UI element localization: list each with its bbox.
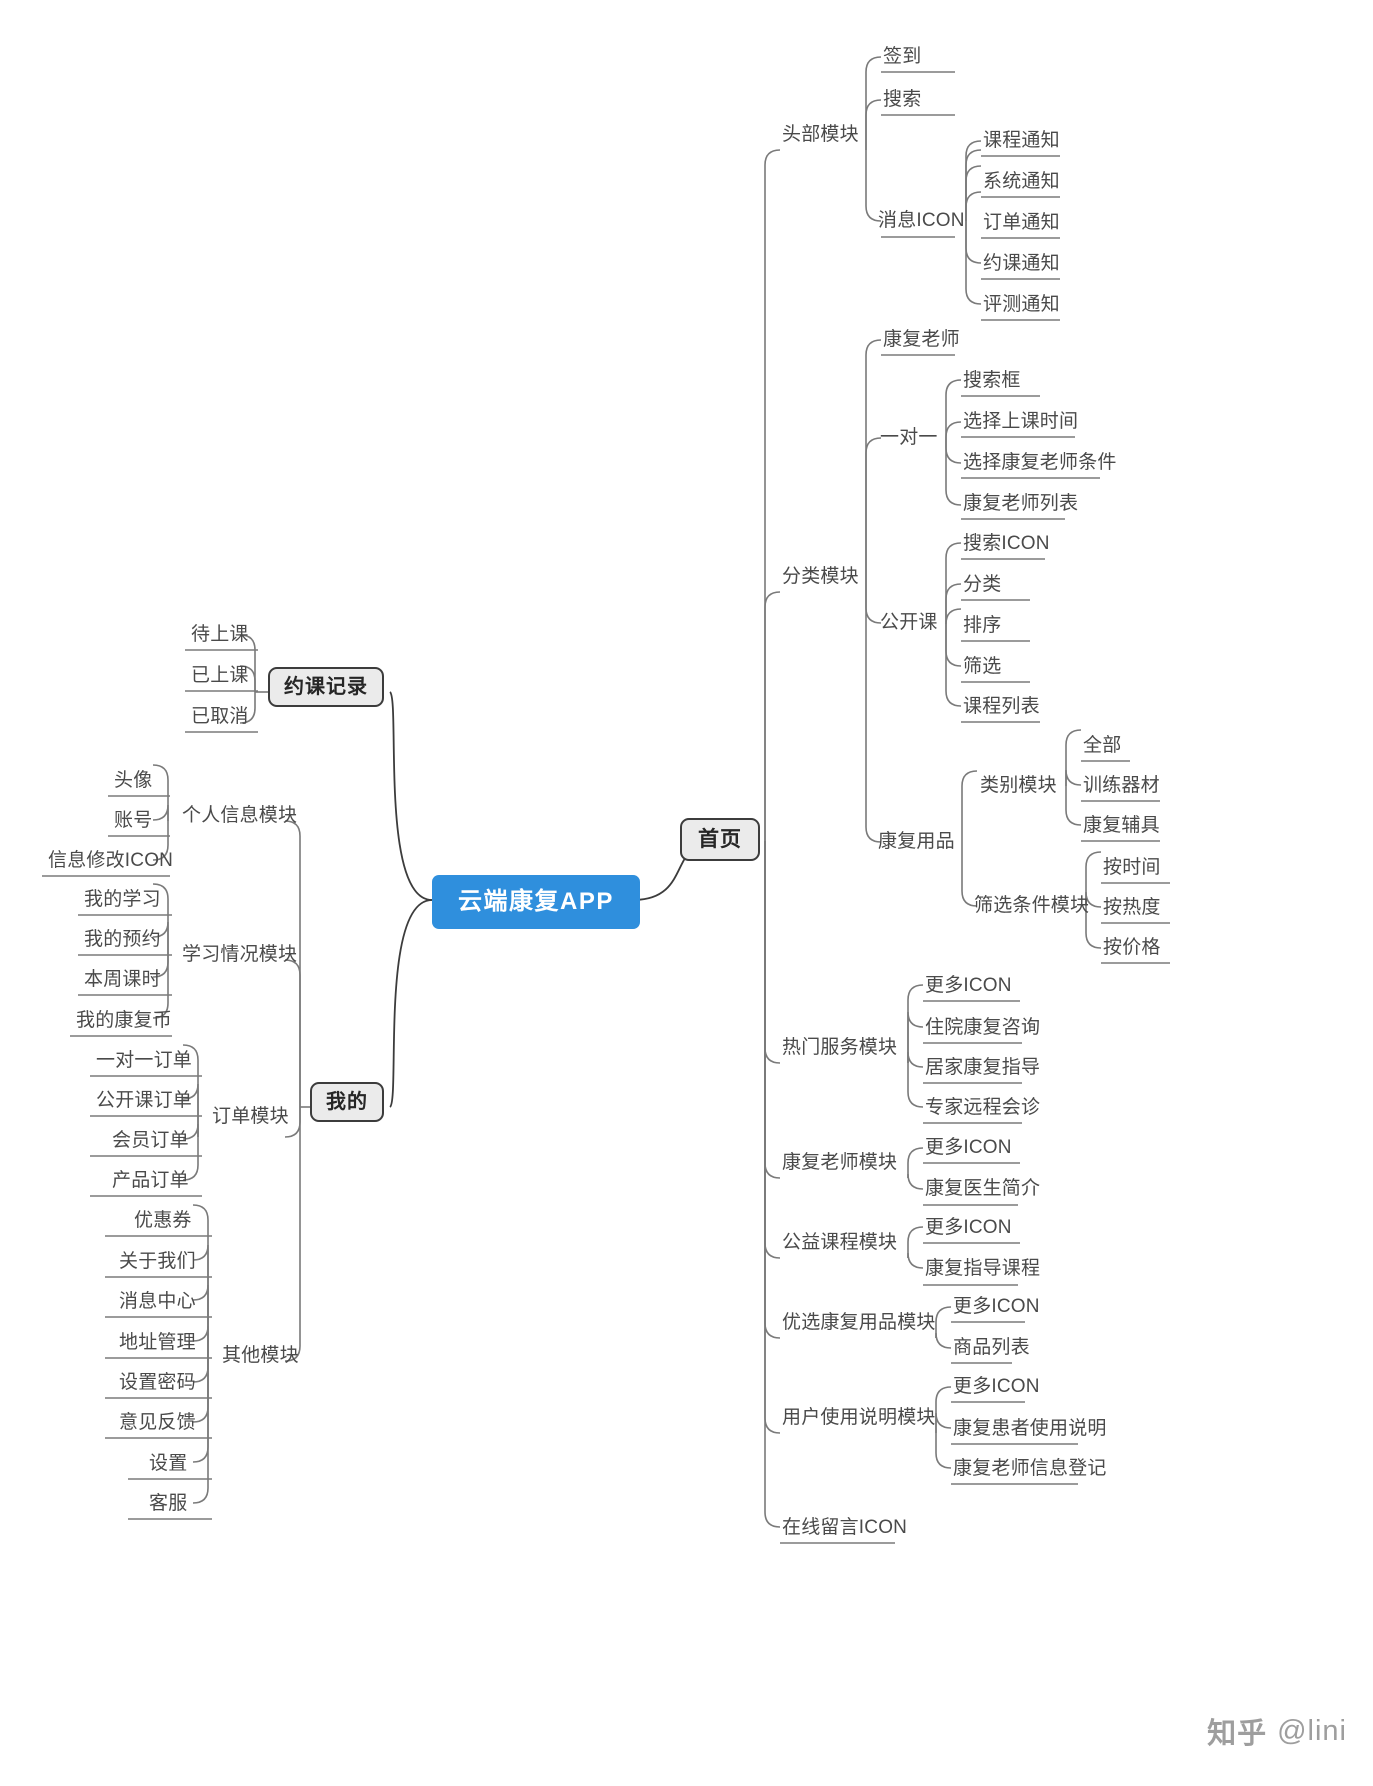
leaf-online-message-icon[interactable]: 在线留言ICON [776, 1518, 913, 1542]
leaf-home-guidance[interactable]: 居家康复指导 [919, 1058, 1046, 1082]
leaf-one-on-one-order[interactable]: 一对一订单 [90, 1051, 198, 1075]
branch-booking-record[interactable]: 约课记录 [268, 667, 384, 707]
leaf-customer-service[interactable]: 客服 [143, 1494, 193, 1518]
module-teacher[interactable]: 康复老师模块 [776, 1153, 903, 1177]
leaf-search[interactable]: 搜索 [877, 90, 927, 114]
leaf-account[interactable]: 账号 [108, 811, 158, 835]
leaf-system-notice[interactable]: 系统通知 [977, 172, 1066, 196]
module-selected-products[interactable]: 优选康复用品模块 [776, 1313, 942, 1337]
leaf-order-notice[interactable]: 订单通知 [977, 213, 1066, 237]
leaf-one-on-one[interactable]: 一对一 [874, 428, 944, 452]
module-study[interactable]: 学习情况模块 [176, 945, 303, 969]
leaf-classify[interactable]: 分类 [957, 575, 1007, 599]
leaf-more-icon-products[interactable]: 更多ICON [947, 1297, 1046, 1321]
leaf-search-box[interactable]: 搜索框 [957, 371, 1027, 395]
leaf-rehab-teacher[interactable]: 康复老师 [877, 330, 966, 354]
leaf-address-manage[interactable]: 地址管理 [113, 1333, 202, 1357]
leaf-booking-notice[interactable]: 约课通知 [977, 254, 1066, 278]
branch-home[interactable]: 首页 [680, 818, 760, 861]
leaf-by-time[interactable]: 按时间 [1097, 858, 1167, 882]
leaf-more-icon-manual[interactable]: 更多ICON [947, 1377, 1046, 1401]
leaf-message-center[interactable]: 消息中心 [113, 1292, 202, 1316]
module-others[interactable]: 其他模块 [216, 1346, 305, 1370]
leaf-product-order[interactable]: 产品订单 [106, 1171, 195, 1195]
leaf-all[interactable]: 全部 [1077, 736, 1127, 760]
root-node[interactable]: 云端康复APP [432, 875, 640, 929]
leaf-search-icon[interactable]: 搜索ICON [957, 534, 1056, 558]
leaf-avatar[interactable]: 头像 [108, 771, 158, 795]
leaf-my-study[interactable]: 我的学习 [78, 890, 167, 914]
leaf-training-equipment[interactable]: 训练器材 [1077, 776, 1166, 800]
module-user-manual[interactable]: 用户使用说明模块 [776, 1408, 942, 1432]
leaf-attended-class[interactable]: 已上课 [185, 666, 255, 690]
leaf-course-notice[interactable]: 课程通知 [977, 131, 1066, 155]
module-category[interactable]: 分类模块 [776, 567, 865, 591]
branch-mine[interactable]: 我的 [310, 1082, 384, 1122]
leaf-teacher-registration[interactable]: 康复老师信息登记 [947, 1459, 1113, 1483]
leaf-select-teacher-criteria[interactable]: 选择康复老师条件 [957, 453, 1123, 477]
module-profile[interactable]: 个人信息模块 [176, 806, 303, 830]
leaf-teacher-list[interactable]: 康复老师列表 [957, 494, 1084, 518]
leaf-filter[interactable]: 筛选 [957, 657, 1007, 681]
leaf-my-booking[interactable]: 我的预约 [78, 930, 167, 954]
leaf-edit-info-icon[interactable]: 信息修改ICON [42, 851, 179, 875]
leaf-more-icon-teacher[interactable]: 更多ICON [919, 1138, 1018, 1162]
leaf-feedback[interactable]: 意见反馈 [113, 1413, 202, 1437]
leaf-open-course[interactable]: 公开课 [874, 613, 944, 637]
leaf-about-us[interactable]: 关于我们 [113, 1252, 202, 1276]
leaf-more-icon-hot[interactable]: 更多ICON [919, 976, 1018, 1000]
leaf-product-list[interactable]: 商品列表 [947, 1338, 1036, 1362]
module-category-group[interactable]: 类别模块 [974, 776, 1063, 800]
leaf-guidance-course[interactable]: 康复指导课程 [919, 1259, 1046, 1283]
leaf-inpatient-consult[interactable]: 住院康复咨询 [919, 1018, 1046, 1042]
leaf-doctor-intro[interactable]: 康复医生简介 [919, 1179, 1046, 1203]
leaf-expert-remote[interactable]: 专家远程会诊 [919, 1098, 1046, 1122]
leaf-sort[interactable]: 排序 [957, 616, 1007, 640]
connector-lines [42, 56, 1170, 1544]
module-filter-group[interactable]: 筛选条件模块 [968, 896, 1095, 920]
leaf-signin[interactable]: 签到 [877, 47, 927, 71]
leaf-coupon[interactable]: 优惠券 [128, 1211, 198, 1235]
leaf-set-password[interactable]: 设置密码 [113, 1373, 202, 1397]
leaf-course-list[interactable]: 课程列表 [957, 697, 1046, 721]
leaf-by-price[interactable]: 按价格 [1097, 938, 1167, 962]
leaf-open-course-order[interactable]: 公开课订单 [90, 1091, 198, 1115]
leaf-pending-class[interactable]: 待上课 [185, 625, 255, 649]
module-hot-service[interactable]: 热门服务模块 [776, 1038, 903, 1062]
leaf-rehab-aids[interactable]: 康复辅具 [1077, 816, 1166, 840]
leaf-settings[interactable]: 设置 [143, 1454, 193, 1478]
leaf-message-icon[interactable]: 消息ICON [872, 211, 971, 235]
leaf-by-popularity[interactable]: 按热度 [1097, 898, 1167, 922]
leaf-cancelled-class[interactable]: 已取消 [185, 707, 255, 731]
leaf-select-class-time[interactable]: 选择上课时间 [957, 412, 1084, 436]
leaf-rehab-products[interactable]: 康复用品 [872, 832, 961, 856]
module-orders[interactable]: 订单模块 [206, 1107, 295, 1131]
leaf-week-hours[interactable]: 本周课时 [78, 970, 167, 994]
leaf-member-order[interactable]: 会员订单 [106, 1131, 195, 1155]
leaf-my-coins[interactable]: 我的康复币 [70, 1011, 178, 1035]
leaf-patient-manual[interactable]: 康复患者使用说明 [947, 1419, 1113, 1443]
mindmap-canvas: 云端康复APP 首页 头部模块 签到 搜索 消息ICON 课程通知 系统通知 订… [0, 0, 1373, 1786]
watermark-handle: @lini [1277, 1714, 1347, 1747]
module-public-course[interactable]: 公益课程模块 [776, 1233, 903, 1257]
module-header[interactable]: 头部模块 [776, 125, 865, 149]
leaf-more-icon-public[interactable]: 更多ICON [919, 1218, 1018, 1242]
leaf-assessment-notice[interactable]: 评测通知 [977, 295, 1066, 319]
zhihu-logo-icon: 知乎 [1207, 1718, 1268, 1750]
watermark: 知乎 @lini [1207, 1710, 1347, 1752]
